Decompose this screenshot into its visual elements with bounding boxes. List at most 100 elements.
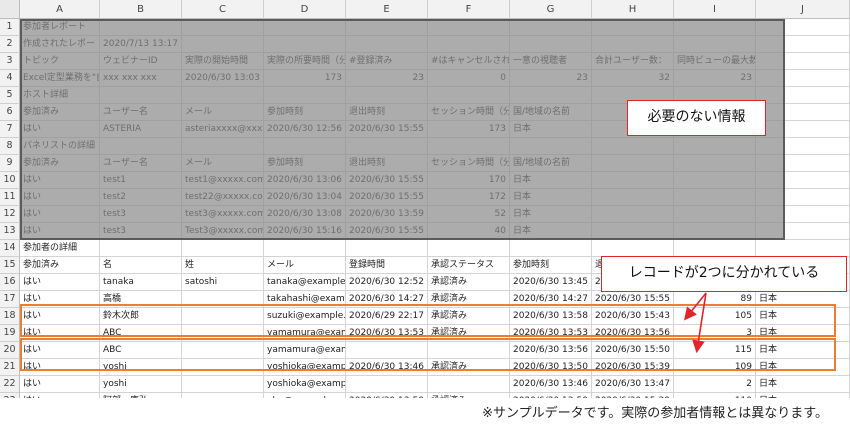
cell-C7[interactable]: asteriaxxxx@xxxxx [182, 121, 264, 138]
cell-I21[interactable]: 109 [674, 359, 756, 376]
column-header-G[interactable]: G [510, 0, 592, 19]
cell-E4[interactable]: 23 [346, 70, 428, 87]
row-header-20[interactable]: 20 [0, 342, 20, 359]
cell-J6[interactable] [756, 104, 850, 121]
column-header-B[interactable]: B [100, 0, 182, 19]
cell-A11[interactable]: はい [20, 189, 100, 206]
cell-G7[interactable]: 日本 [510, 121, 592, 138]
cell-E12[interactable]: 2020/6/30 13:59 [346, 206, 428, 223]
cell-J18[interactable]: 日本 [756, 308, 850, 325]
cell-D23[interactable]: abe@example.com [264, 393, 346, 398]
row-header-2[interactable]: 2 [0, 36, 20, 53]
cell-C4[interactable]: 2020/6/30 13:03 [182, 70, 264, 87]
cell-D8[interactable] [264, 138, 346, 155]
cell-J11[interactable] [756, 189, 850, 206]
cell-C13[interactable]: Test3@xxxxx.com [182, 223, 264, 240]
row-header-1[interactable]: 1 [0, 19, 20, 36]
cell-G18[interactable]: 2020/6/30 13:58 [510, 308, 592, 325]
cell-B17[interactable]: 高橋 [100, 291, 182, 308]
cell-F3[interactable]: #はキャンセルされた [428, 53, 510, 70]
cell-F22[interactable] [428, 376, 510, 393]
cell-C12[interactable]: test3@xxxxx.com [182, 206, 264, 223]
cell-F2[interactable] [428, 36, 510, 53]
cell-C3[interactable]: 実際の開始時間 [182, 53, 264, 70]
cell-C10[interactable]: test1@xxxxx.com [182, 172, 264, 189]
cell-B21[interactable]: yoshi [100, 359, 182, 376]
cell-D16[interactable]: tanaka@example.com [264, 274, 346, 291]
cell-G13[interactable]: 日本 [510, 223, 592, 240]
cell-F19[interactable]: 承認済み [428, 325, 510, 342]
cell-G21[interactable]: 2020/6/30 13:50 [510, 359, 592, 376]
cell-G8[interactable] [510, 138, 592, 155]
cell-G15[interactable]: 参加時刻 [510, 257, 592, 274]
cell-F21[interactable]: 承認済み [428, 359, 510, 376]
cell-E6[interactable]: 退出時刻 [346, 104, 428, 121]
cell-D19[interactable]: yamamura@example.com [264, 325, 346, 342]
cell-G10[interactable]: 日本 [510, 172, 592, 189]
cell-J23[interactable]: 日本 [756, 393, 850, 398]
cell-I23[interactable]: 110 [674, 393, 756, 398]
cell-H10[interactable] [592, 172, 674, 189]
row-header-13[interactable]: 13 [0, 223, 20, 240]
cell-G1[interactable] [510, 19, 592, 36]
cell-H13[interactable] [592, 223, 674, 240]
cell-A7[interactable]: はい [20, 121, 100, 138]
row-header-22[interactable]: 22 [0, 376, 20, 393]
cell-C6[interactable]: メール [182, 104, 264, 121]
column-header-A[interactable]: A [20, 0, 100, 19]
cell-F5[interactable] [428, 87, 510, 104]
cell-E23[interactable]: 2020/6/30 13:50 [346, 393, 428, 398]
cell-E14[interactable] [346, 240, 428, 257]
cell-F15[interactable]: 承認ステータス [428, 257, 510, 274]
cell-A12[interactable]: はい [20, 206, 100, 223]
column-header-F[interactable]: F [428, 0, 510, 19]
cell-H9[interactable] [592, 155, 674, 172]
cell-G23[interactable]: 2020/6/30 13:50 [510, 393, 592, 398]
cell-H21[interactable]: 2020/6/30 15:39 [592, 359, 674, 376]
cell-E11[interactable]: 2020/6/30 15:55 [346, 189, 428, 206]
cell-F10[interactable]: 170 [428, 172, 510, 189]
row-header-16[interactable]: 16 [0, 274, 20, 291]
cell-C8[interactable] [182, 138, 264, 155]
cell-C22[interactable] [182, 376, 264, 393]
select-all-corner[interactable] [0, 0, 20, 19]
cell-B8[interactable] [100, 138, 182, 155]
cell-B22[interactable]: yoshi [100, 376, 182, 393]
cell-E5[interactable] [346, 87, 428, 104]
cell-J1[interactable] [756, 19, 850, 36]
row-header-15[interactable]: 15 [0, 257, 20, 274]
cell-G14[interactable] [510, 240, 592, 257]
cell-D15[interactable]: メール [264, 257, 346, 274]
cell-A23[interactable]: はい [20, 393, 100, 398]
cell-C5[interactable] [182, 87, 264, 104]
cell-C1[interactable] [182, 19, 264, 36]
cell-G6[interactable]: 国/地域の名前 [510, 104, 592, 121]
row-header-19[interactable]: 19 [0, 325, 20, 342]
cell-B23[interactable]: 阿部 康弘 [100, 393, 182, 398]
row-header-18[interactable]: 18 [0, 308, 20, 325]
cell-J10[interactable] [756, 172, 850, 189]
cell-A8[interactable]: パネリストの詳細 [20, 138, 100, 155]
row-header-3[interactable]: 3 [0, 53, 20, 70]
row-header-4[interactable]: 4 [0, 70, 20, 87]
cell-H19[interactable]: 2020/6/30 13:56 [592, 325, 674, 342]
cell-E19[interactable]: 2020/6/30 13:53 [346, 325, 428, 342]
cell-B7[interactable]: ASTERIA [100, 121, 182, 138]
cell-E18[interactable]: 2020/6/29 22:17 [346, 308, 428, 325]
cell-A15[interactable]: 参加済み [20, 257, 100, 274]
cell-A6[interactable]: 参加済み [20, 104, 100, 121]
cell-B2[interactable]: 2020/7/13 13:17 [100, 36, 182, 53]
cell-B5[interactable] [100, 87, 182, 104]
cell-A16[interactable]: はい [20, 274, 100, 291]
cell-C2[interactable] [182, 36, 264, 53]
cell-D20[interactable]: yamamura@example.com [264, 342, 346, 359]
cell-H14[interactable] [592, 240, 674, 257]
cell-A20[interactable]: はい [20, 342, 100, 359]
cell-C19[interactable] [182, 325, 264, 342]
cell-I14[interactable] [674, 240, 756, 257]
row-header-8[interactable]: 8 [0, 138, 20, 155]
cell-D1[interactable] [264, 19, 346, 36]
cell-B9[interactable]: ユーザー名 [100, 155, 182, 172]
cell-J8[interactable] [756, 138, 850, 155]
cell-J7[interactable] [756, 121, 850, 138]
